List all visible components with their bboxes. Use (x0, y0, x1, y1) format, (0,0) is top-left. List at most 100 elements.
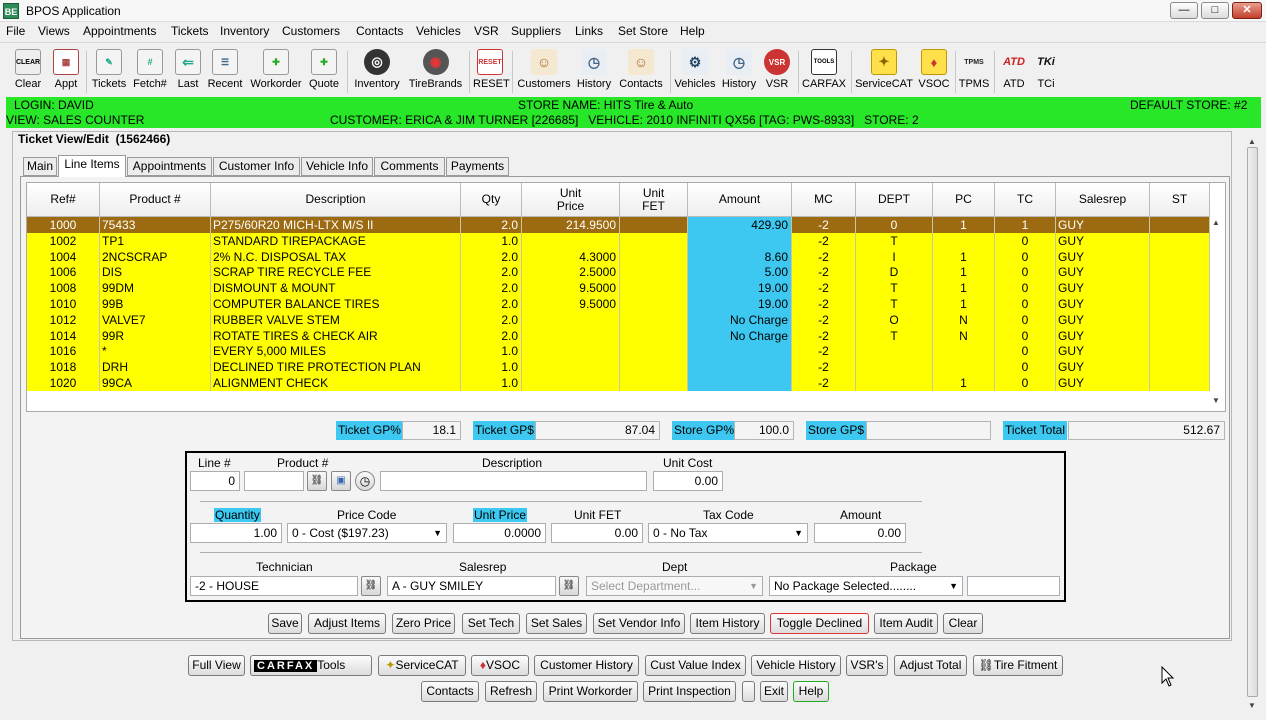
menu-suppliers[interactable]: Suppliers (511, 24, 561, 38)
col-header-amount[interactable]: Amount (688, 183, 792, 217)
vsr-tool-button[interactable]: VSR VSR (762, 49, 792, 90)
page-scroll-down-icon[interactable]: ▼ (1248, 701, 1256, 710)
set-vendor-info-button[interactable]: Set Vendor Info (593, 613, 685, 634)
atd-tool-button[interactable]: ATD ATD (998, 49, 1030, 90)
menu-customers[interactable]: Customers (282, 24, 340, 38)
scroll-up-icon[interactable]: ▲ (1212, 218, 1220, 227)
appt-tool-button[interactable]: ▦ Appt (52, 49, 80, 90)
table-row[interactable]: 1012 VALVE7 RUBBER VALVE STEM 2.0 No Charge -… (27, 311, 1210, 328)
adjust-total-button[interactable]: Adjust Total (894, 655, 967, 676)
col-header-mc[interactable]: MC (792, 183, 856, 217)
col-header-pc[interactable]: PC (933, 183, 995, 217)
carfax-tool-button[interactable]: TOOLS CARFAX (802, 49, 846, 90)
table-row-selected[interactable]: 1000 75433 P275/60R20 MICH-LTX M/S II 2.0 21… (27, 217, 1210, 233)
menu-vehicles[interactable]: Vehicles (416, 24, 461, 38)
vsoc-button[interactable]: ♦VSOC (471, 655, 529, 676)
price-code-select[interactable]: 0 - Cost ($197.23) ▼ (287, 523, 447, 543)
menu-tickets[interactable]: Tickets (171, 24, 209, 38)
table-row[interactable]: 1010 99B COMPUTER BALANCE TIRES 2.0 9.5000 19… (27, 296, 1210, 312)
tpms-tool-button[interactable]: TPMS TPMS (958, 49, 990, 91)
servicecat-tool-button[interactable]: ✦ ServiceCAT (855, 49, 913, 90)
zero-price-button[interactable]: Zero Price (392, 613, 455, 634)
tickets-tool-button[interactable]: ✎ Tickets (91, 49, 127, 90)
col-header-description[interactable]: Description (211, 183, 461, 217)
table-row[interactable]: 1018 DRH DECLINED TIRE PROTECTION PLAN 1.0 -… (27, 359, 1210, 376)
col-header-tc[interactable]: TC (995, 183, 1056, 217)
col-header-ref[interactable]: Ref# (27, 183, 100, 217)
page-scroll-up-icon[interactable]: ▲ (1248, 137, 1256, 146)
tab-customer-info[interactable]: Customer Info (213, 157, 300, 176)
save-button[interactable]: Save (268, 613, 302, 634)
recent-tool-button[interactable]: ☰ Recent (206, 49, 244, 90)
unit-cost-input[interactable]: 0.00 (653, 471, 723, 491)
table-row[interactable]: 1016 * EVERY 5,000 MILES 1.0 -2 0 GUY (27, 343, 1210, 360)
table-row[interactable]: 1008 99DM DISMOUNT & MOUNT 2.0 9.5000 19.00 -2… (27, 280, 1210, 297)
help-button[interactable]: Help (793, 681, 829, 702)
scroll-down-icon[interactable]: ▼ (1212, 396, 1220, 405)
adjust-items-button[interactable]: Adjust Items (308, 613, 386, 634)
col-header-product[interactable]: Product # (100, 183, 211, 217)
menu-inventory[interactable]: Inventory (220, 24, 269, 38)
cust-value-index-button[interactable]: Cust Value Index (645, 655, 746, 676)
grid-scrollbar[interactable]: ▲ ▼ (1209, 216, 1224, 410)
line-items-grid[interactable]: Ref# Product # Description Qty Unit Pric… (26, 182, 1226, 412)
product-input[interactable] (244, 471, 304, 491)
scroll-thumb[interactable] (1247, 147, 1258, 697)
menu-set-store[interactable]: Set Store (618, 24, 668, 38)
menu-vsr[interactable]: VSR (474, 24, 499, 38)
menu-appointments[interactable]: Appointments (83, 24, 156, 38)
full-view-button[interactable]: Full View (188, 655, 245, 676)
print-workorder-button[interactable]: Print Workorder (543, 681, 638, 702)
item-audit-button[interactable]: Item Audit (874, 613, 938, 634)
maximize-button[interactable]: □ (1201, 2, 1229, 19)
print-inspection-button[interactable]: Print Inspection (643, 681, 736, 702)
page-scrollbar[interactable]: ▲ ▼ (1245, 135, 1260, 715)
vehicle-history-button[interactable]: Vehicle History (751, 655, 841, 676)
product-search-icon[interactable]: ▣ (331, 471, 351, 491)
minimize-button[interactable]: — (1170, 2, 1198, 19)
reset-tool-button[interactable]: RESET RESET (473, 49, 510, 90)
table-row[interactable]: 1006 DIS SCRAP TIRE RECYCLE FEE 2.0 2.5000 5.… (27, 264, 1210, 281)
tire-fitment-button[interactable]: ⛓Tire Fitment (973, 655, 1063, 676)
vehicle-history-tool-button[interactable]: ◷ History (720, 49, 758, 90)
col-header-qty[interactable]: Qty (461, 183, 522, 217)
line-number-input[interactable]: 0 (190, 471, 240, 491)
last-tool-button[interactable]: ⇐ Last (174, 49, 202, 90)
toggle-declined-button[interactable]: Toggle Declined (770, 613, 869, 634)
tab-appointments[interactable]: Appointments (127, 157, 212, 176)
amount-input[interactable]: 0.00 (814, 523, 906, 543)
table-row[interactable]: 1004 2NCSCRAP 2% N.C. DISPOSAL TAX 2.0 4.300… (27, 248, 1210, 265)
tci-tool-button[interactable]: TKi TCi (1032, 49, 1060, 90)
clear-button[interactable]: Clear (943, 613, 983, 634)
technician-input[interactable]: -2 - HOUSE (190, 576, 358, 596)
close-button[interactable]: ✕ (1232, 2, 1262, 19)
menu-file[interactable]: File (6, 24, 25, 38)
exit-button[interactable]: Exit (760, 681, 788, 702)
menu-views[interactable]: Views (38, 24, 70, 38)
inventory-tool-button[interactable]: ◎ Inventory (352, 49, 402, 90)
set-tech-button[interactable]: Set Tech (462, 613, 520, 634)
product-lookup-icon[interactable]: ⛓ (307, 471, 327, 491)
clear-tool-button[interactable]: CLEAR Clear (13, 49, 43, 90)
tab-comments[interactable]: Comments (374, 157, 445, 176)
col-header-st[interactable]: ST (1150, 183, 1210, 217)
table-row[interactable]: 1002 TP1 STANDARD TIREPACKAGE 1.0 -2 T 0 GUY (27, 232, 1210, 249)
col-header-dept[interactable]: DEPT (856, 183, 933, 217)
menu-contacts[interactable]: Contacts (356, 24, 403, 38)
description-input[interactable] (380, 471, 647, 491)
table-row[interactable]: 1014 99R ROTATE TIRES & CHECK AIR 2.0 No Cha… (27, 327, 1210, 344)
workorder-tool-button[interactable]: ✚ Workorder (249, 49, 303, 90)
salesrep-input[interactable]: A - GUY SMILEY (387, 576, 556, 596)
menu-links[interactable]: Links (575, 24, 603, 38)
quote-tool-button[interactable]: ✚ Quote (307, 49, 341, 90)
salesrep-lookup-icon[interactable]: ⛓ (559, 576, 579, 596)
vsoc-tool-button[interactable]: ♦ VSOC (917, 49, 951, 90)
technician-lookup-icon[interactable]: ⛓ (361, 576, 381, 596)
package-extra-input[interactable] (967, 576, 1060, 596)
vehicles-tool-button[interactable]: ⚙ Vehicles (674, 49, 716, 90)
customers-tool-button[interactable]: ☺ Customers (517, 49, 571, 90)
refresh-button[interactable]: Refresh (485, 681, 537, 702)
customer-history-tool-button[interactable]: ◷ History (575, 49, 613, 90)
tab-vehicle-info[interactable]: Vehicle Info (301, 157, 373, 176)
quantity-input[interactable]: 1.00 (190, 523, 282, 543)
